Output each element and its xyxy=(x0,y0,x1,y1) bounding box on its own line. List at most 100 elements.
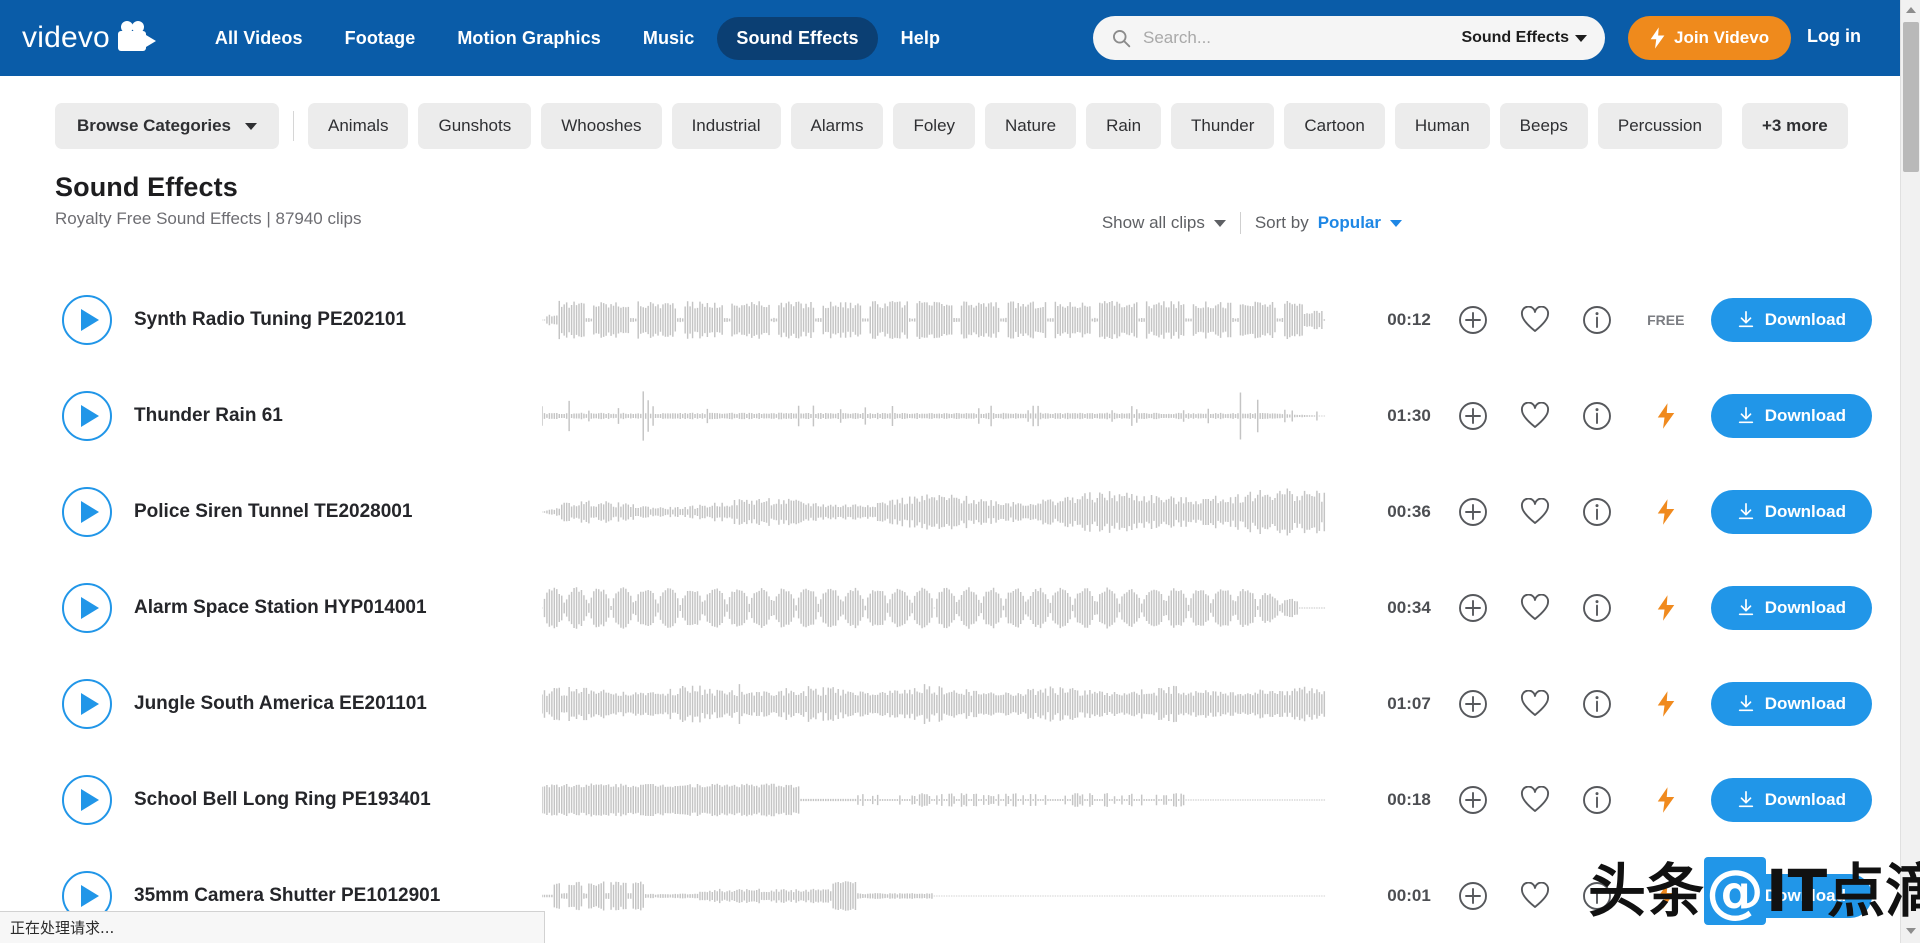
favorite-button[interactable] xyxy=(1515,780,1555,820)
waveform[interactable] xyxy=(542,676,1327,732)
track-row[interactable]: Alarm Space Station HYP014001 00:34 Downlo… xyxy=(0,560,1900,656)
category-chip-alarms[interactable]: Alarms xyxy=(790,103,884,149)
track-row[interactable]: Synth Radio Tuning PE202101 00:12 FREE Down… xyxy=(0,272,1900,368)
track-title[interactable]: Synth Radio Tuning PE202101 xyxy=(134,309,524,331)
play-icon xyxy=(80,405,99,427)
info-button[interactable] xyxy=(1577,876,1617,916)
scroll-down-button[interactable] xyxy=(1901,921,1920,941)
download-button[interactable]: Download xyxy=(1710,874,1872,918)
download-button[interactable]: Download xyxy=(1710,682,1872,726)
play-icon xyxy=(80,597,99,619)
track-row[interactable]: Police Siren Tunnel TE2028001 00:36 Downlo… xyxy=(0,464,1900,560)
nav-item-music[interactable]: Music xyxy=(624,17,714,60)
track-title[interactable]: School Bell Long Ring PE193401 xyxy=(134,789,524,811)
waveform[interactable] xyxy=(542,388,1327,444)
add-to-collection-button[interactable] xyxy=(1453,396,1493,436)
track-title[interactable]: 35mm Camera Shutter PE1012901 xyxy=(134,885,524,907)
download-button[interactable]: Download xyxy=(1710,586,1872,630)
category-chip-thunder[interactable]: Thunder xyxy=(1171,103,1275,149)
play-button[interactable] xyxy=(62,583,112,633)
vertical-scrollbar[interactable] xyxy=(1900,0,1920,943)
waveform[interactable] xyxy=(542,292,1327,348)
track-row[interactable]: Jungle South America EE201101 01:07 Downlo… xyxy=(0,656,1900,752)
waveform[interactable] xyxy=(542,580,1327,636)
nav-item-all-videos[interactable]: All Videos xyxy=(196,17,322,60)
favorite-button[interactable] xyxy=(1515,396,1555,436)
category-chip-animals[interactable]: Animals xyxy=(308,103,409,149)
search-input[interactable] xyxy=(1143,23,1462,53)
download-button[interactable]: Download xyxy=(1710,298,1872,342)
chevron-down-icon[interactable] xyxy=(1575,34,1587,42)
download-button[interactable]: Download xyxy=(1710,394,1872,438)
nav-item-help[interactable]: Help xyxy=(882,17,959,60)
waveform[interactable] xyxy=(542,484,1327,540)
play-button[interactable] xyxy=(62,295,112,345)
nav-item-footage[interactable]: Footage xyxy=(326,17,435,60)
download-label: Download xyxy=(1764,790,1846,809)
category-chip-percussion[interactable]: Percussion xyxy=(1597,103,1722,149)
sort-by-dropdown[interactable]: Sort by Popular xyxy=(1255,213,1402,233)
sort-by-value: Popular xyxy=(1317,213,1381,232)
info-button[interactable] xyxy=(1577,492,1617,532)
download-button[interactable]: Download xyxy=(1710,778,1872,822)
search-bar[interactable]: Sound Effects xyxy=(1093,16,1605,60)
download-button[interactable]: Download xyxy=(1710,490,1872,534)
site-logo[interactable]: videvo xyxy=(22,21,158,55)
nav-item-motion-graphics[interactable]: Motion Graphics xyxy=(438,17,620,60)
info-button[interactable] xyxy=(1577,684,1617,724)
chevron-down-icon xyxy=(245,122,257,130)
status-text: 正在处理请求... xyxy=(10,919,115,937)
category-chip-foley[interactable]: Foley xyxy=(893,103,976,149)
page-title: Sound Effects xyxy=(55,172,238,202)
category-chip-whooshes[interactable]: Whooshes xyxy=(541,103,662,149)
info-circle-icon xyxy=(1582,498,1611,526)
add-to-collection-button[interactable] xyxy=(1453,492,1493,532)
add-to-collection-button[interactable] xyxy=(1453,876,1493,916)
category-chip-nature[interactable]: Nature xyxy=(985,103,1077,149)
join-videvo-button[interactable]: Join Videvo xyxy=(1628,16,1792,60)
info-button[interactable] xyxy=(1577,396,1617,436)
login-link[interactable]: Log in xyxy=(1807,26,1861,47)
track-title[interactable]: Jungle South America EE201101 xyxy=(134,693,524,715)
scroll-up-button[interactable] xyxy=(1901,0,1920,20)
info-button[interactable] xyxy=(1577,780,1617,820)
category-chip-rain[interactable]: Rain xyxy=(1086,103,1162,149)
show-all-clips-dropdown[interactable]: Show all clips xyxy=(1102,213,1226,233)
favorite-button[interactable] xyxy=(1515,876,1555,916)
waveform[interactable] xyxy=(542,772,1327,828)
play-button[interactable] xyxy=(62,487,112,537)
more-categories-button[interactable]: +3 more xyxy=(1741,103,1848,149)
scrollbar-thumb[interactable] xyxy=(1903,22,1919,172)
nav-item-sound-effects[interactable]: Sound Effects xyxy=(717,16,878,60)
info-circle-icon xyxy=(1582,882,1611,910)
category-chip-gunshots[interactable]: Gunshots xyxy=(418,103,532,149)
category-chip-human[interactable]: Human xyxy=(1394,103,1490,149)
add-to-collection-button[interactable] xyxy=(1453,588,1493,628)
favorite-button[interactable] xyxy=(1515,684,1555,724)
info-button[interactable] xyxy=(1577,300,1617,340)
track-title[interactable]: Alarm Space Station HYP014001 xyxy=(134,597,524,619)
download-label: Download xyxy=(1764,406,1846,425)
info-button[interactable] xyxy=(1577,588,1617,628)
favorite-button[interactable] xyxy=(1515,588,1555,628)
favorite-button[interactable] xyxy=(1515,300,1555,340)
play-button[interactable] xyxy=(62,679,112,729)
category-chip-beeps[interactable]: Beeps xyxy=(1499,103,1588,149)
add-to-collection-button[interactable] xyxy=(1453,780,1493,820)
search-category-label[interactable]: Sound Effects xyxy=(1461,29,1569,47)
play-button[interactable] xyxy=(62,775,112,825)
track-title[interactable]: Police Siren Tunnel TE2028001 xyxy=(134,501,524,523)
track-title[interactable]: Thunder Rain 61 xyxy=(134,405,524,427)
free-badge: FREE xyxy=(1647,312,1685,328)
track-row[interactable]: Thunder Rain 61 01:30 Download xyxy=(0,368,1900,464)
category-chip-cartoon[interactable]: Cartoon xyxy=(1284,103,1385,149)
sort-by-label: Sort by xyxy=(1254,213,1309,232)
waveform[interactable] xyxy=(542,868,1327,924)
track-row[interactable]: School Bell Long Ring PE193401 00:18 Downl… xyxy=(0,752,1900,848)
add-to-collection-button[interactable] xyxy=(1453,684,1493,724)
category-chip-industrial[interactable]: Industrial xyxy=(671,103,781,149)
browse-categories-dropdown[interactable]: Browse Categories xyxy=(55,103,279,149)
play-button[interactable] xyxy=(62,391,112,441)
add-to-collection-button[interactable] xyxy=(1453,300,1493,340)
favorite-button[interactable] xyxy=(1515,492,1555,532)
